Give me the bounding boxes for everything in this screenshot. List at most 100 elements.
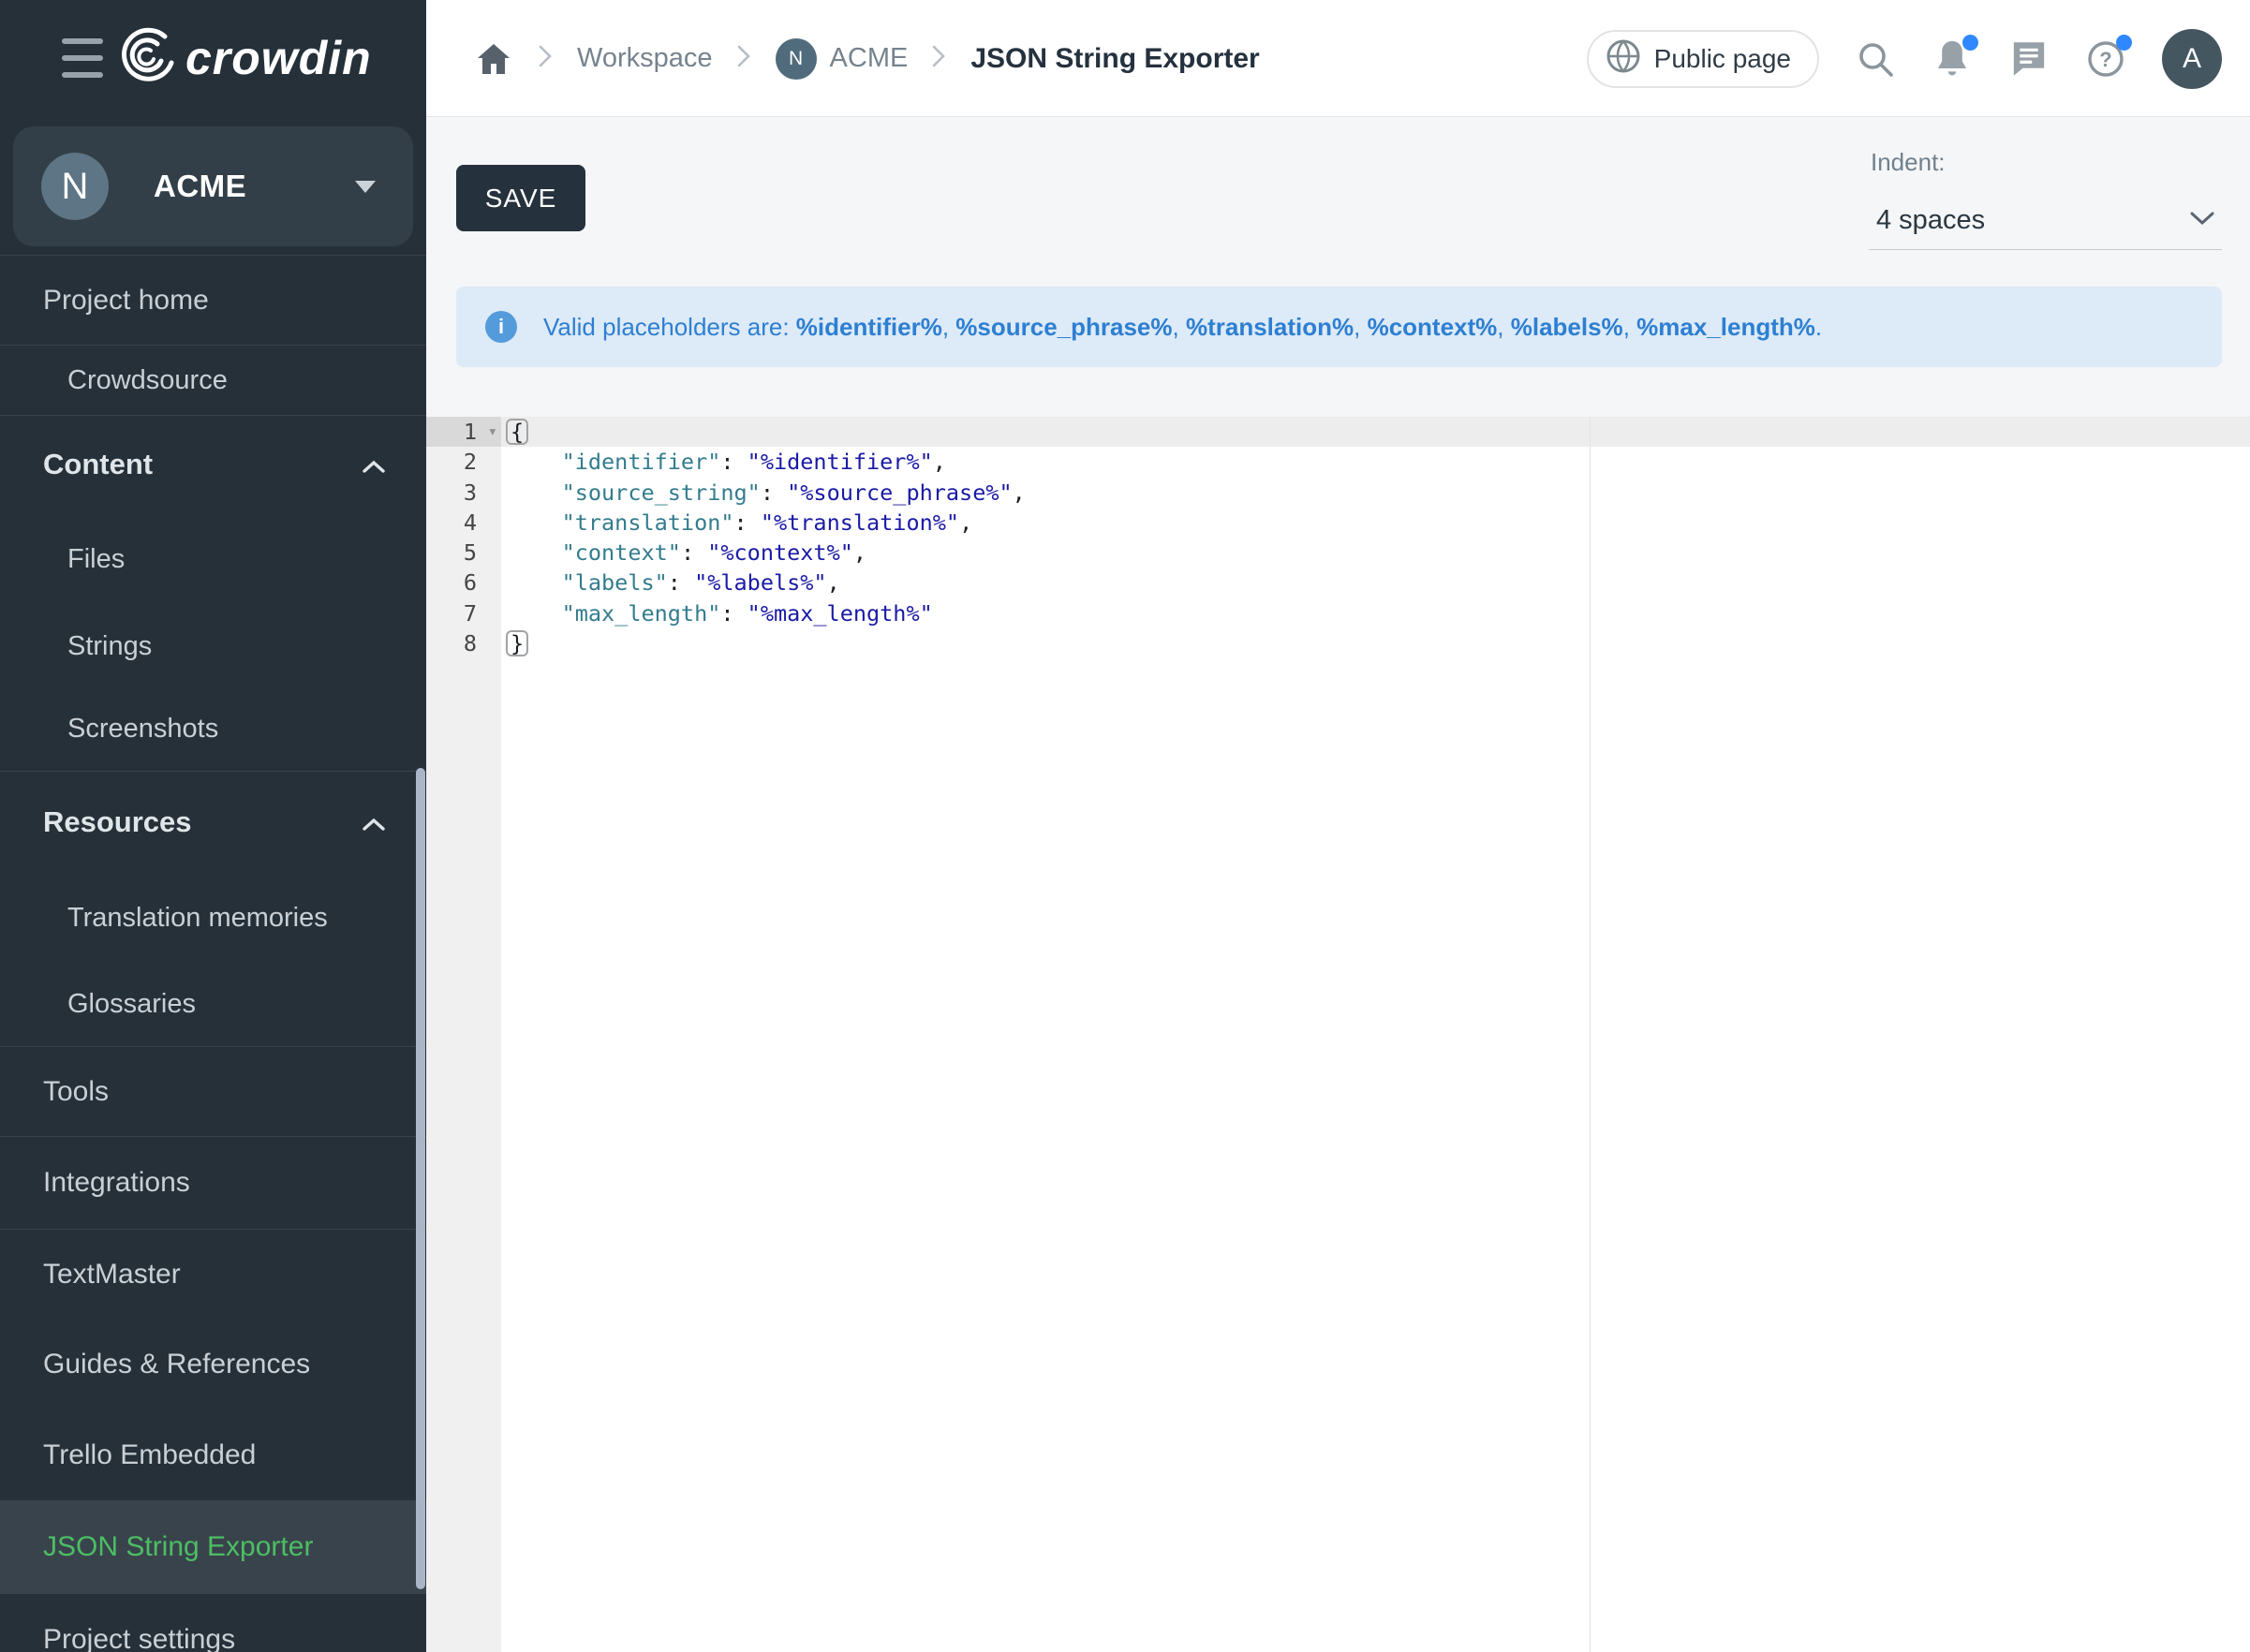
matched-brace: } [506, 630, 528, 656]
code-editor[interactable]: 1▾2345678 { "identifier": "%identifier%"… [426, 417, 2250, 1652]
sidebar-item-label: TextMaster [43, 1259, 181, 1291]
chevron-right-icon [737, 45, 751, 72]
info-banner-text: Valid placeholders are: %identifier%, %s… [543, 313, 1822, 342]
code-line-7[interactable]: "max_length": "%max_length%" [501, 598, 2250, 628]
chevron-up-icon [363, 448, 385, 481]
sidebar-item-screenshots[interactable]: Screenshots [0, 687, 426, 771]
code-token: "labels" [562, 569, 668, 596]
home-icon[interactable] [473, 38, 514, 80]
code-token: : [720, 449, 747, 475]
placeholder-token: %context% [1368, 313, 1498, 341]
placeholder-token: %identifier% [796, 313, 942, 341]
code-token: : [681, 539, 707, 566]
line-number: 1▾ [426, 417, 501, 447]
code-token: "%translation%" [761, 509, 959, 536]
sidebar-item-json-string-exporter[interactable]: JSON String Exporter [0, 1500, 426, 1594]
workspace-avatar: N [41, 153, 109, 220]
code-token: : [668, 569, 694, 596]
sidebar-item-glossaries[interactable]: Glossaries [0, 963, 426, 1046]
sidebar-item-label: Screenshots [67, 714, 218, 745]
sidebar-item-label: Resources [43, 805, 192, 839]
code-line-8[interactable]: } [501, 628, 2250, 658]
code-token [509, 569, 562, 596]
placeholder-token: %labels% [1511, 313, 1623, 341]
bell-icon[interactable] [1932, 38, 1973, 80]
sidebar-item-content[interactable]: Content [0, 415, 426, 513]
sidebar-item-label: Translation memories [67, 903, 328, 934]
sidebar-item-label: Tools [43, 1076, 109, 1108]
breadcrumb-item-acme[interactable]: N ACME [776, 38, 909, 80]
code-token: "context" [562, 539, 681, 566]
sidebar-item-label: Project home [43, 285, 209, 317]
save-button[interactable]: SAVE [456, 165, 585, 231]
chevron-down-icon [355, 181, 376, 193]
sidebar-item-integrations[interactable]: Integrations [0, 1136, 426, 1229]
indent-select[interactable]: 4 spaces [1869, 192, 2222, 250]
sidebar-item-translation-memories[interactable]: Translation memories [0, 873, 426, 963]
sidebar-item-guides-references[interactable]: Guides & References [0, 1319, 426, 1409]
line-number: 7 [426, 598, 501, 628]
user-avatar[interactable]: A [2162, 29, 2222, 89]
chevron-right-icon [539, 45, 553, 72]
crowdin-logo[interactable]: crowdin [116, 24, 372, 91]
matched-brace: { [506, 419, 528, 445]
breadcrumb-item-json-string-exporter: JSON String Exporter [970, 43, 1259, 75]
code-line-1[interactable]: { [501, 417, 2250, 447]
sidebar-item-trello-embedded[interactable]: Trello Embedded [0, 1409, 426, 1500]
code-token: "%source_phrase%" [787, 479, 1013, 506]
sidebar-item-strings[interactable]: Strings [0, 605, 426, 687]
sidebar-item-crowdsource[interactable]: Crowdsource [0, 345, 426, 415]
sidebar-item-label: Integrations [43, 1167, 190, 1199]
placeholder-token: %source_phrase% [955, 313, 1172, 341]
sidebar-item-label: JSON String Exporter [43, 1531, 313, 1563]
breadcrumb-link: ACME [830, 43, 909, 74]
crowdin-app: crowdin N ACME Project home CrowdsourceCo… [0, 0, 2250, 1652]
search-icon[interactable] [1855, 38, 1896, 80]
sidebar-item-label: Trello Embedded [43, 1439, 256, 1471]
placeholder-token: %max_length% [1636, 313, 1815, 341]
code-token [509, 539, 562, 566]
workspace-selector[interactable]: N ACME [13, 126, 413, 246]
globe-icon [1606, 38, 1641, 79]
code-line-3[interactable]: "source_string": "%source_phrase%", [501, 478, 2250, 508]
sidebar-item-project-settings[interactable]: Project settings [0, 1594, 426, 1652]
chevron-right-icon [932, 45, 946, 72]
menu-icon[interactable] [62, 38, 103, 78]
code-token: "source_string" [562, 479, 761, 506]
fold-caret-icon[interactable]: ▾ [488, 417, 497, 447]
info-banner: i Valid placeholders are: %identifier%, … [456, 287, 2222, 367]
sidebar-item-resources[interactable]: Resources [0, 771, 426, 873]
code-token: : [720, 600, 747, 627]
sidebar-item-files[interactable]: Files [0, 513, 426, 605]
sidebar-item-project-home[interactable]: Project home [0, 255, 426, 345]
code-line-4[interactable]: "translation": "%translation%", [501, 508, 2250, 538]
breadcrumb-item-workspace[interactable]: Workspace [577, 43, 713, 74]
help-icon[interactable]: ? [2085, 38, 2126, 80]
line-number: 5 [426, 538, 501, 568]
code-line-2[interactable]: "identifier": "%identifier%", [501, 447, 2250, 477]
code-token: "%labels%" [694, 569, 826, 596]
code-token: , [1013, 479, 1026, 506]
chevron-down-icon [2190, 211, 2214, 230]
project-avatar: N [776, 38, 817, 80]
sidebar-scrollbar-thumb[interactable] [416, 768, 425, 1589]
chat-icon[interactable] [2008, 38, 2050, 80]
sidebar-item-tools[interactable]: Tools [0, 1046, 426, 1136]
info-icon: i [485, 311, 517, 343]
crowdin-logo-text: crowdin [185, 31, 372, 85]
code-token: : [761, 479, 787, 506]
public-page-button[interactable]: Public page [1587, 30, 1819, 88]
sidebar-header: crowdin [0, 0, 426, 117]
code-token: : [734, 509, 761, 536]
code-line-5[interactable]: "context": "%context%", [501, 538, 2250, 568]
line-number: 3 [426, 478, 501, 508]
chevron-up-icon [363, 805, 385, 839]
code-token: "max_length" [562, 600, 721, 627]
placeholder-token: %translation% [1186, 313, 1354, 341]
crowdin-logo-icon [116, 24, 178, 91]
sidebar-item-label: Glossaries [67, 989, 196, 1020]
page-title: JSON String Exporter [970, 43, 1259, 75]
code-line-6[interactable]: "labels": "%labels%", [501, 568, 2250, 597]
sidebar-item-textmaster[interactable]: TextMaster [0, 1229, 426, 1319]
workspace-name: ACME [154, 126, 246, 246]
